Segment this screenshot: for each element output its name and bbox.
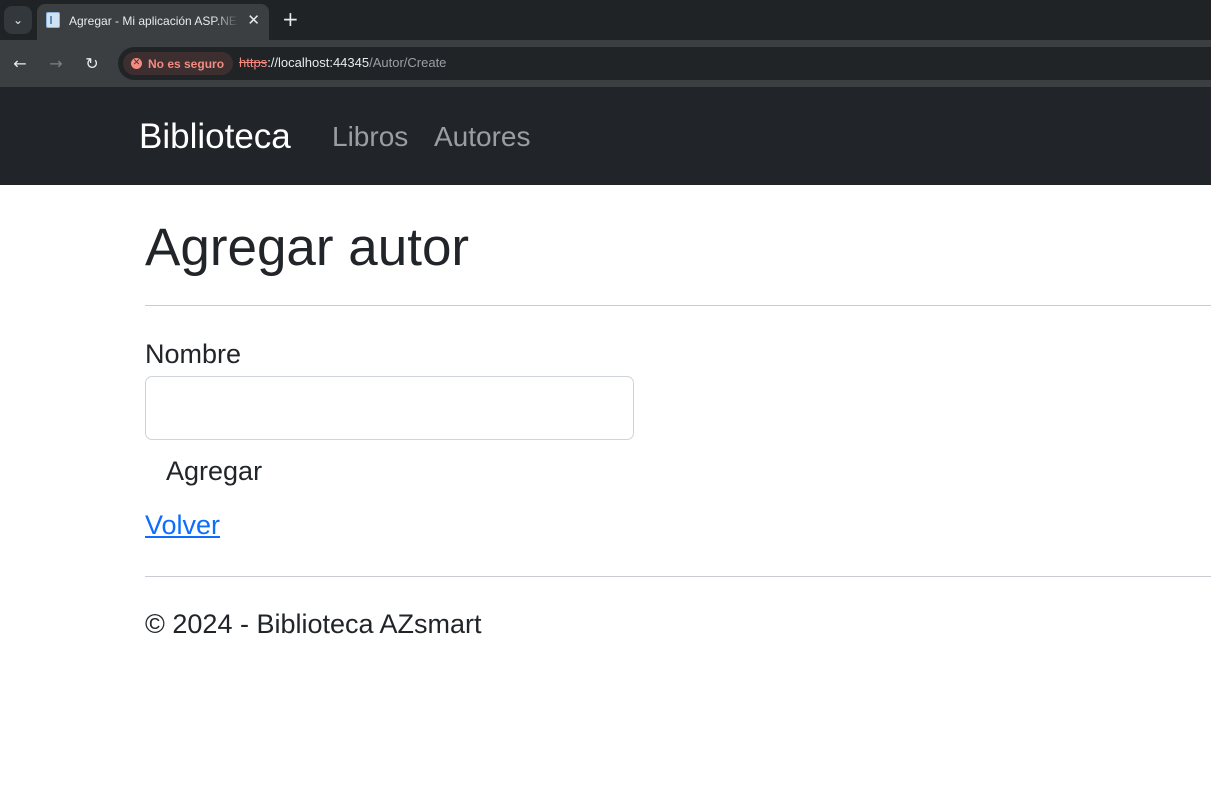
title-divider: [145, 305, 1211, 306]
nav-link-libros[interactable]: Libros: [332, 121, 408, 153]
arrow-left-icon[interactable]: ←: [9, 52, 31, 74]
navbar-brand[interactable]: Biblioteca: [139, 117, 291, 157]
footer-divider: [145, 576, 1211, 577]
nav-link-autores[interactable]: Autores: [434, 121, 531, 153]
nombre-input[interactable]: [145, 376, 634, 440]
plus-icon[interactable]: +: [282, 8, 299, 30]
warning-icon: ✕: [131, 58, 142, 69]
security-chip[interactable]: ✕ No es seguro: [123, 52, 234, 75]
page-favicon-icon: [46, 12, 60, 28]
site-navbar: Biblioteca Libros Autores: [0, 87, 1211, 185]
nombre-label: Nombre: [145, 339, 242, 369]
browser-tab-strip: ⌄ Agregar - Mi aplicación ASP.NET ✕ +: [0, 0, 1211, 40]
address-bar[interactable]: ✕ No es seguro https://localhost:44345/A…: [118, 47, 1211, 80]
url-path: /Autor/Create: [369, 55, 447, 70]
volver-link[interactable]: Volver: [145, 510, 220, 541]
footer-text: © 2024 - Biblioteca AZsmart: [145, 609, 482, 639]
tab-title: Agregar - Mi aplicación ASP.NET: [69, 14, 239, 28]
security-chip-label: No es seguro: [148, 56, 225, 71]
url-scheme: https: [239, 55, 268, 70]
url-text[interactable]: https://localhost:44345/Autor/Create: [239, 55, 446, 70]
url-host: ://localhost:44345: [267, 55, 370, 70]
page-title: Agregar autor: [145, 218, 470, 277]
browser-tab[interactable]: Agregar - Mi aplicación ASP.NET ✕: [37, 4, 269, 40]
browser-toolbar: ← → ↻ ✕ No es seguro https://localhost:4…: [0, 40, 1211, 87]
reload-icon[interactable]: ↻: [81, 52, 103, 74]
arrow-right-icon[interactable]: →: [45, 52, 67, 74]
chevron-down-icon[interactable]: ⌄: [4, 6, 32, 34]
agregar-button[interactable]: Agregar: [166, 456, 262, 487]
close-icon[interactable]: ✕: [247, 11, 260, 29]
